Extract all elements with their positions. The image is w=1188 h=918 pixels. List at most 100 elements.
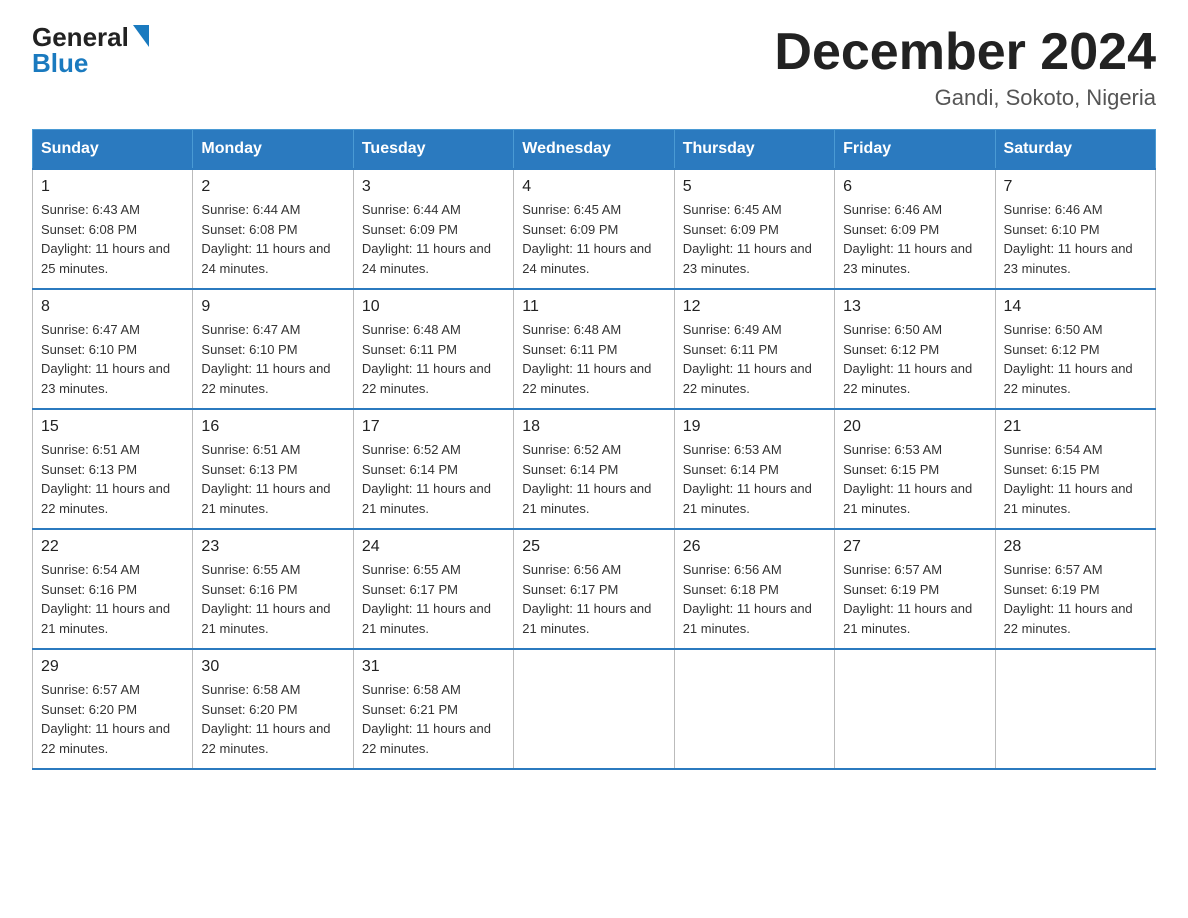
- sunrise-label: Sunrise: 6:56 AM: [522, 562, 621, 577]
- sunset-label: Sunset: 6:17 PM: [522, 582, 618, 597]
- sunset-label: Sunset: 6:17 PM: [362, 582, 458, 597]
- calendar-cell: 15 Sunrise: 6:51 AM Sunset: 6:13 PM Dayl…: [33, 409, 193, 529]
- calendar-cell: 19 Sunrise: 6:53 AM Sunset: 6:14 PM Dayl…: [674, 409, 834, 529]
- sunrise-label: Sunrise: 6:52 AM: [522, 442, 621, 457]
- calendar-cell: 17 Sunrise: 6:52 AM Sunset: 6:14 PM Dayl…: [353, 409, 513, 529]
- sunrise-label: Sunrise: 6:44 AM: [201, 202, 300, 217]
- day-info: Sunrise: 6:56 AM Sunset: 6:17 PM Dayligh…: [522, 560, 665, 638]
- page-header: General Blue December 2024 Gandi, Sokoto…: [32, 24, 1156, 111]
- daylight-label: Daylight: 11 hours and 21 minutes.: [522, 601, 651, 636]
- day-info: Sunrise: 6:48 AM Sunset: 6:11 PM Dayligh…: [362, 320, 505, 398]
- sunset-label: Sunset: 6:09 PM: [843, 222, 939, 237]
- location-title: Gandi, Sokoto, Nigeria: [774, 85, 1156, 111]
- day-info: Sunrise: 6:54 AM Sunset: 6:16 PM Dayligh…: [41, 560, 184, 638]
- day-number: 15: [41, 418, 184, 436]
- day-info: Sunrise: 6:46 AM Sunset: 6:10 PM Dayligh…: [1004, 200, 1147, 278]
- calendar-cell: 30 Sunrise: 6:58 AM Sunset: 6:20 PM Dayl…: [193, 649, 353, 769]
- sunrise-label: Sunrise: 6:50 AM: [843, 322, 942, 337]
- calendar-cell: 13 Sunrise: 6:50 AM Sunset: 6:12 PM Dayl…: [835, 289, 995, 409]
- sunrise-label: Sunrise: 6:46 AM: [1004, 202, 1103, 217]
- calendar-cell: 23 Sunrise: 6:55 AM Sunset: 6:16 PM Dayl…: [193, 529, 353, 649]
- calendar-cell: [995, 649, 1155, 769]
- day-info: Sunrise: 6:52 AM Sunset: 6:14 PM Dayligh…: [362, 440, 505, 518]
- day-info: Sunrise: 6:54 AM Sunset: 6:15 PM Dayligh…: [1004, 440, 1147, 518]
- daylight-label: Daylight: 11 hours and 21 minutes.: [683, 601, 812, 636]
- sunset-label: Sunset: 6:10 PM: [201, 342, 297, 357]
- day-info: Sunrise: 6:57 AM Sunset: 6:19 PM Dayligh…: [1004, 560, 1147, 638]
- sunrise-label: Sunrise: 6:56 AM: [683, 562, 782, 577]
- sunset-label: Sunset: 6:08 PM: [201, 222, 297, 237]
- sunrise-label: Sunrise: 6:43 AM: [41, 202, 140, 217]
- day-number: 31: [362, 658, 505, 676]
- calendar-cell: 31 Sunrise: 6:58 AM Sunset: 6:21 PM Dayl…: [353, 649, 513, 769]
- day-number: 26: [683, 538, 826, 556]
- day-info: Sunrise: 6:51 AM Sunset: 6:13 PM Dayligh…: [41, 440, 184, 518]
- sunset-label: Sunset: 6:20 PM: [201, 702, 297, 717]
- day-info: Sunrise: 6:49 AM Sunset: 6:11 PM Dayligh…: [683, 320, 826, 398]
- day-number: 2: [201, 178, 344, 196]
- day-info: Sunrise: 6:50 AM Sunset: 6:12 PM Dayligh…: [1004, 320, 1147, 398]
- day-info: Sunrise: 6:52 AM Sunset: 6:14 PM Dayligh…: [522, 440, 665, 518]
- day-info: Sunrise: 6:44 AM Sunset: 6:09 PM Dayligh…: [362, 200, 505, 278]
- calendar-cell: 22 Sunrise: 6:54 AM Sunset: 6:16 PM Dayl…: [33, 529, 193, 649]
- daylight-label: Daylight: 11 hours and 22 minutes.: [1004, 361, 1133, 396]
- daylight-label: Daylight: 11 hours and 21 minutes.: [362, 481, 491, 516]
- daylight-label: Daylight: 11 hours and 22 minutes.: [41, 481, 170, 516]
- sunset-label: Sunset: 6:09 PM: [362, 222, 458, 237]
- sunset-label: Sunset: 6:12 PM: [843, 342, 939, 357]
- calendar-cell: 5 Sunrise: 6:45 AM Sunset: 6:09 PM Dayli…: [674, 169, 834, 289]
- daylight-label: Daylight: 11 hours and 21 minutes.: [41, 601, 170, 636]
- daylight-label: Daylight: 11 hours and 23 minutes.: [843, 241, 972, 276]
- logo-triangle-icon: [133, 25, 149, 47]
- day-number: 4: [522, 178, 665, 196]
- sunset-label: Sunset: 6:10 PM: [41, 342, 137, 357]
- day-number: 13: [843, 298, 986, 316]
- daylight-label: Daylight: 11 hours and 23 minutes.: [41, 361, 170, 396]
- daylight-label: Daylight: 11 hours and 23 minutes.: [683, 241, 812, 276]
- sunrise-label: Sunrise: 6:53 AM: [683, 442, 782, 457]
- day-number: 24: [362, 538, 505, 556]
- daylight-label: Daylight: 11 hours and 21 minutes.: [683, 481, 812, 516]
- day-number: 11: [522, 298, 665, 316]
- day-number: 27: [843, 538, 986, 556]
- calendar-week-row: 1 Sunrise: 6:43 AM Sunset: 6:08 PM Dayli…: [33, 169, 1156, 289]
- sunset-label: Sunset: 6:15 PM: [1004, 462, 1100, 477]
- day-info: Sunrise: 6:46 AM Sunset: 6:09 PM Dayligh…: [843, 200, 986, 278]
- sunset-label: Sunset: 6:09 PM: [522, 222, 618, 237]
- daylight-label: Daylight: 11 hours and 24 minutes.: [522, 241, 651, 276]
- day-number: 7: [1004, 178, 1147, 196]
- day-number: 25: [522, 538, 665, 556]
- day-number: 12: [683, 298, 826, 316]
- day-info: Sunrise: 6:43 AM Sunset: 6:08 PM Dayligh…: [41, 200, 184, 278]
- calendar-cell: 3 Sunrise: 6:44 AM Sunset: 6:09 PM Dayli…: [353, 169, 513, 289]
- sunset-label: Sunset: 6:21 PM: [362, 702, 458, 717]
- calendar-header-tuesday: Tuesday: [353, 130, 513, 170]
- sunrise-label: Sunrise: 6:45 AM: [522, 202, 621, 217]
- month-title: December 2024: [774, 24, 1156, 81]
- calendar-header-monday: Monday: [193, 130, 353, 170]
- daylight-label: Daylight: 11 hours and 25 minutes.: [41, 241, 170, 276]
- day-info: Sunrise: 6:55 AM Sunset: 6:17 PM Dayligh…: [362, 560, 505, 638]
- sunset-label: Sunset: 6:14 PM: [683, 462, 779, 477]
- calendar-cell: 6 Sunrise: 6:46 AM Sunset: 6:09 PM Dayli…: [835, 169, 995, 289]
- day-info: Sunrise: 6:47 AM Sunset: 6:10 PM Dayligh…: [201, 320, 344, 398]
- calendar-cell: 21 Sunrise: 6:54 AM Sunset: 6:15 PM Dayl…: [995, 409, 1155, 529]
- day-number: 10: [362, 298, 505, 316]
- calendar-cell: 14 Sunrise: 6:50 AM Sunset: 6:12 PM Dayl…: [995, 289, 1155, 409]
- sunset-label: Sunset: 6:11 PM: [683, 342, 778, 357]
- sunrise-label: Sunrise: 6:55 AM: [362, 562, 461, 577]
- daylight-label: Daylight: 11 hours and 21 minutes.: [201, 601, 330, 636]
- sunrise-label: Sunrise: 6:48 AM: [362, 322, 461, 337]
- calendar-cell: [674, 649, 834, 769]
- sunset-label: Sunset: 6:14 PM: [362, 462, 458, 477]
- sunset-label: Sunset: 6:10 PM: [1004, 222, 1100, 237]
- calendar-cell: 9 Sunrise: 6:47 AM Sunset: 6:10 PM Dayli…: [193, 289, 353, 409]
- sunset-label: Sunset: 6:09 PM: [683, 222, 779, 237]
- sunset-label: Sunset: 6:16 PM: [41, 582, 137, 597]
- calendar-cell: 7 Sunrise: 6:46 AM Sunset: 6:10 PM Dayli…: [995, 169, 1155, 289]
- daylight-label: Daylight: 11 hours and 22 minutes.: [362, 721, 491, 756]
- logo-general: General: [32, 24, 129, 50]
- sunrise-label: Sunrise: 6:57 AM: [843, 562, 942, 577]
- sunrise-label: Sunrise: 6:53 AM: [843, 442, 942, 457]
- sunset-label: Sunset: 6:18 PM: [683, 582, 779, 597]
